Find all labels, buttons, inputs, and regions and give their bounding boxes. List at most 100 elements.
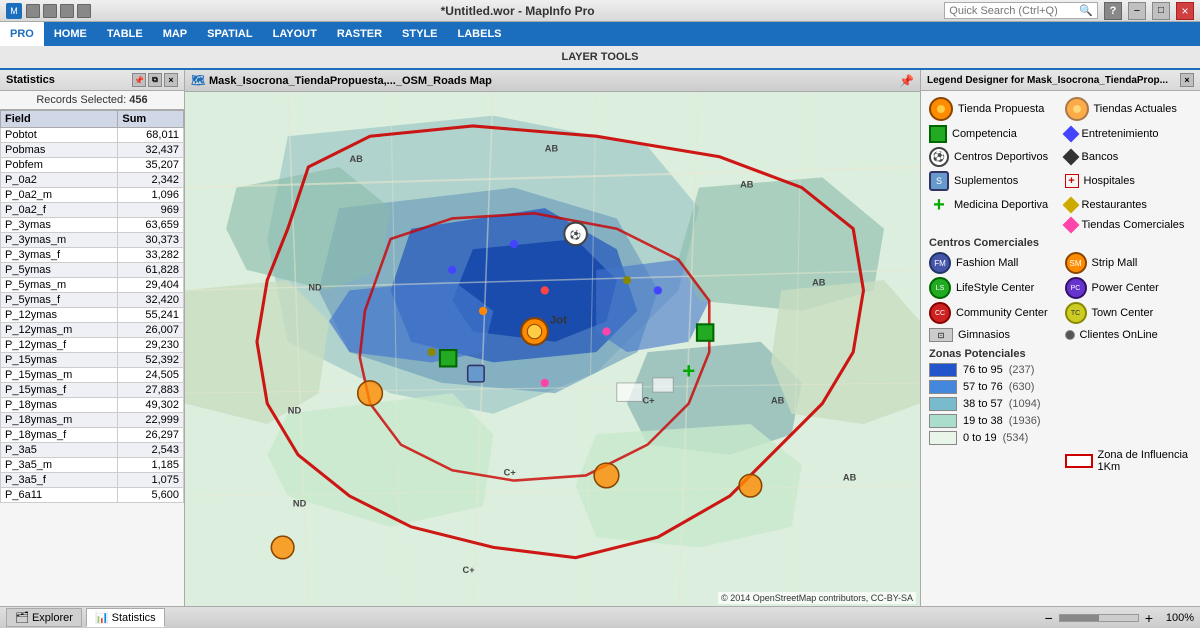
zoom-minus-btn[interactable]: − xyxy=(1045,610,1053,626)
stats-table[interactable]: Field Sum Pobtot68,011Pobmas32,437Pobfem… xyxy=(0,110,184,606)
menu-item-pro[interactable]: PRO xyxy=(0,22,44,46)
legend-zonas-list: 76 to 95 (237) 57 to 76 (630) 38 to 57 (… xyxy=(929,363,1192,445)
table-row: P_18ymas_m22,999 xyxy=(1,413,184,428)
statistics-panel: Statistics 📌 ⧉ × Records Selected: 456 F… xyxy=(0,70,185,606)
search-box[interactable]: 🔍 xyxy=(944,2,1098,19)
legend-lifestyle: LS LifeStyle Center xyxy=(929,277,1057,299)
explorer-tab[interactable]: 🗂 Explorer xyxy=(6,608,82,627)
legend-centros-dep: ⚽ Centros Deportivos xyxy=(929,147,1057,167)
menu-item-layout[interactable]: LAYOUT xyxy=(263,22,327,46)
legend-fashion-mall: FM Fashion Mall xyxy=(929,252,1057,274)
stats-float-btn[interactable]: ⧉ xyxy=(148,73,162,87)
legend-medicina-dep: + Medicina Deportiva xyxy=(929,195,1057,215)
table-row: Pobmas32,437 xyxy=(1,143,184,158)
legend-zona-item: 38 to 57 (1094) xyxy=(929,397,1192,411)
legend-content: Tienda Propuesta Tiendas Actuales Compet… xyxy=(921,91,1200,606)
records-selected: Records Selected: 456 xyxy=(0,91,184,110)
menu-item-labels[interactable]: LABELS xyxy=(448,22,512,46)
legend-bancos: Bancos xyxy=(1065,147,1193,167)
statistics-tab[interactable]: 📊 Statistics xyxy=(86,608,165,627)
table-row: P_0a2_m1,096 xyxy=(1,188,184,203)
fashion-mall-icon: FM xyxy=(929,252,951,274)
tienda-propuesta-icon xyxy=(929,97,953,121)
field-cell: Pobmas xyxy=(1,143,118,158)
menu-item-raster[interactable]: RASTER xyxy=(327,22,392,46)
table-row: P_3a5_f1,075 xyxy=(1,473,184,488)
menu-item-spatial[interactable]: SPATIAL xyxy=(197,22,262,46)
explorer-icon: 🗂 xyxy=(15,611,29,624)
zona-swatch xyxy=(929,397,957,411)
search-input[interactable] xyxy=(949,5,1079,17)
app-icon: M xyxy=(6,3,22,19)
table-row: P_3a5_m1,185 xyxy=(1,458,184,473)
col-field: Field xyxy=(1,111,118,128)
field-cell: P_3a5_m xyxy=(1,458,118,473)
strip-mall-label: Strip Mall xyxy=(1092,257,1138,269)
title-icons xyxy=(26,4,91,18)
legend-zona-influencia: Zona de Influencia 1Km xyxy=(1065,449,1193,473)
sum-cell: 969 xyxy=(118,203,184,218)
svg-text:AB: AB xyxy=(349,154,363,164)
sum-cell: 32,420 xyxy=(118,293,184,308)
stats-close-btn[interactable]: × xyxy=(164,73,178,87)
legend-blank xyxy=(929,219,1057,231)
menu-item-home[interactable]: HOME xyxy=(44,22,97,46)
legend-zona-item: 76 to 95 (237) xyxy=(929,363,1192,377)
sum-cell: 1,096 xyxy=(118,188,184,203)
legend-section-supp: S Suplementos + Hospitales xyxy=(929,171,1192,191)
ribbon-label: LAYER TOOLS xyxy=(6,51,1194,63)
table-row: P_3ymas_m30,373 xyxy=(1,233,184,248)
menubar: PRO HOME TABLE MAP SPATIAL LAYOUT RASTER… xyxy=(0,22,1200,46)
svg-text:Jot: Jot xyxy=(550,314,567,326)
legend-hospitales: + Hospitales xyxy=(1065,171,1193,191)
svg-text:+: + xyxy=(682,359,695,384)
field-cell: P_15ymas_m xyxy=(1,368,118,383)
zona-swatch xyxy=(929,363,957,377)
field-cell: P_5ymas_f xyxy=(1,293,118,308)
table-row: P_15ymas_m24,505 xyxy=(1,368,184,383)
legend-competencia: Competencia xyxy=(929,125,1057,143)
legend-controls: × xyxy=(1180,73,1194,87)
suplementos-label: Suplementos xyxy=(954,175,1018,187)
legend-zonas-section: Zonas Potenciales xyxy=(929,348,1192,360)
statusbar: 🗂 Explorer 📊 Statistics − + 100% xyxy=(0,606,1200,628)
zoom-plus-btn[interactable]: + xyxy=(1145,610,1153,626)
svg-text:ND: ND xyxy=(308,282,322,292)
zona-swatch xyxy=(929,431,957,445)
menu-item-map[interactable]: MAP xyxy=(153,22,197,46)
sum-cell: 32,437 xyxy=(118,143,184,158)
minimize-button[interactable]: − xyxy=(1128,2,1146,20)
svg-text:C+: C+ xyxy=(504,467,517,477)
legend-power-center: PC Power Center xyxy=(1065,277,1193,299)
main-content: Statistics 📌 ⧉ × Records Selected: 456 F… xyxy=(0,70,1200,606)
sum-cell: 27,883 xyxy=(118,383,184,398)
field-cell: P_12ymas_f xyxy=(1,338,118,353)
field-cell: P_5ymas_m xyxy=(1,278,118,293)
close-button[interactable]: × xyxy=(1176,2,1194,20)
tiendas-actuales-icon xyxy=(1065,97,1089,121)
legend-section-dep: ⚽ Centros Deportivos Bancos xyxy=(929,147,1192,167)
zoom-slider[interactable] xyxy=(1059,614,1139,622)
map-area: 🗺 Mask_Isocrona_TiendaPropuesta,..._OSM_… xyxy=(185,70,920,606)
menu-item-style[interactable]: STYLE xyxy=(392,22,447,46)
bancos-label: Bancos xyxy=(1082,151,1119,163)
maximize-button[interactable]: □ xyxy=(1152,2,1170,20)
table-row: P_0a22,342 xyxy=(1,173,184,188)
sum-cell: 24,505 xyxy=(118,368,184,383)
field-cell: P_3ymas_m xyxy=(1,233,118,248)
table-row: P_3ymas63,659 xyxy=(1,218,184,233)
map-canvas[interactable]: AB AB AB AB AB AB ND ND ND C+ C+ C+ xyxy=(185,92,920,606)
map-pin-icon[interactable]: 📌 xyxy=(899,74,914,88)
field-cell: P_12ymas xyxy=(1,308,118,323)
sum-cell: 29,404 xyxy=(118,278,184,293)
zona-swatch xyxy=(929,380,957,394)
field-cell: P_3ymas xyxy=(1,218,118,233)
zona-influencia-label: Zona de Influencia 1Km xyxy=(1098,449,1193,473)
table-row: P_15ymas52,392 xyxy=(1,353,184,368)
menu-item-table[interactable]: TABLE xyxy=(97,22,153,46)
field-cell: P_15ymas_f xyxy=(1,383,118,398)
legend-close-btn[interactable]: × xyxy=(1180,73,1194,87)
help-button[interactable]: ? xyxy=(1104,2,1122,20)
stats-pin-btn[interactable]: 📌 xyxy=(132,73,146,87)
sum-cell: 52,392 xyxy=(118,353,184,368)
